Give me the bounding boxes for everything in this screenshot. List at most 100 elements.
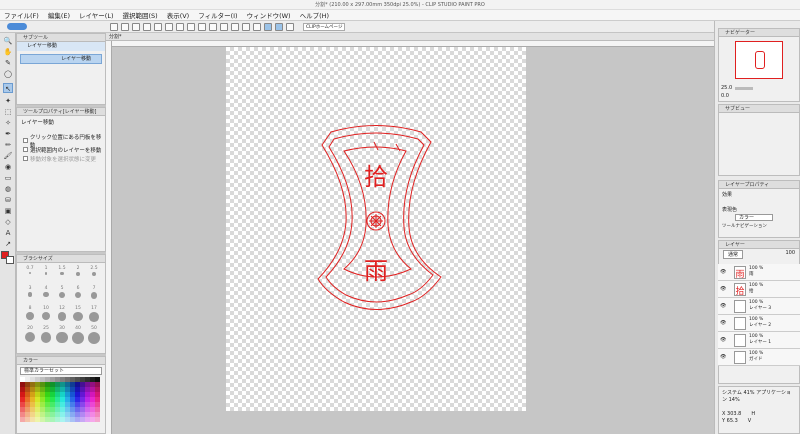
option-row[interactable]: 選択範囲内のレイヤーを移動 <box>17 145 105 154</box>
save-icon[interactable] <box>132 22 140 31</box>
brush-size-cell[interactable]: 3 <box>23 286 37 304</box>
subtool-group-tab[interactable]: レイヤー移動 <box>17 42 105 51</box>
text-tool-icon[interactable]: A <box>3 228 13 238</box>
artwork-medallion-spokes <box>369 214 383 228</box>
clip-pill-icon[interactable] <box>7 23 27 30</box>
brush-size-cell[interactable]: 0.7 <box>23 266 37 284</box>
menu-filter[interactable]: フィルター(I) <box>198 10 237 20</box>
brush-size-cell[interactable]: 12 <box>55 306 69 324</box>
blend-icon[interactable]: ◍ <box>3 184 13 194</box>
eyedropper-icon[interactable]: ✎ <box>3 58 13 68</box>
document-tab[interactable]: 分割* <box>106 33 714 41</box>
zoom-slider[interactable] <box>735 87 754 90</box>
snap-icon[interactable] <box>264 22 272 31</box>
zoom-icon[interactable]: 🔍 <box>3 36 13 46</box>
homepage-tab[interactable]: CLIPホームページ <box>303 22 346 31</box>
menu-view[interactable]: 表示(V) <box>167 10 190 20</box>
brush-size-cell[interactable]: 40 <box>71 326 85 344</box>
sub-color-swatch[interactable] <box>6 256 14 264</box>
option-checkbox[interactable] <box>23 147 28 152</box>
pen-icon[interactable]: ✒ <box>3 129 13 139</box>
brush-size-cell[interactable]: 1 <box>39 266 53 284</box>
brush-size-cell[interactable]: 17 <box>87 306 101 324</box>
eye-icon[interactable]: 👁 <box>720 337 726 343</box>
lasso-icon[interactable]: ◯ <box>3 69 13 79</box>
menu-selection[interactable]: 選択範囲(S) <box>123 10 158 20</box>
pencil-icon[interactable]: ✏ <box>3 140 13 150</box>
ruler-snap-icon[interactable] <box>275 22 283 31</box>
menu-layer[interactable]: レイヤー(L) <box>79 10 114 20</box>
special-ruler-icon[interactable] <box>286 22 294 31</box>
brush-size-cell[interactable]: 25 <box>39 326 53 344</box>
brush-size-cell[interactable]: 30 <box>55 326 69 344</box>
subview-header: サブビュー <box>719 105 799 113</box>
option-row[interactable]: クリック位置にある円板を移動 <box>17 135 105 149</box>
brush-size-cell[interactable]: 10 <box>39 306 53 324</box>
redo-icon[interactable] <box>154 22 162 31</box>
option-checkbox[interactable] <box>23 156 28 161</box>
fill-tool-icon[interactable]: ⛁ <box>3 195 13 205</box>
eraser-icon[interactable]: ▭ <box>3 173 13 183</box>
brush-size-cell[interactable]: 2.5 <box>87 266 101 284</box>
brush-size-cell[interactable]: 7 <box>87 286 101 304</box>
layer-row[interactable]: 👁 100 % レイヤー 3 <box>718 298 800 315</box>
angle-value[interactable]: 0.0 <box>721 93 729 99</box>
eye-icon[interactable]: 👁 <box>720 320 726 326</box>
crop-icon[interactable] <box>220 22 228 31</box>
operation-icon[interactable]: ✦ <box>3 96 13 106</box>
navigator-preview[interactable] <box>735 41 783 79</box>
eye-icon[interactable]: 👁 <box>720 354 726 360</box>
color-swatch[interactable] <box>95 417 100 422</box>
fill-icon[interactable] <box>176 22 184 31</box>
subtool-item-move-layer[interactable]: レイヤー移動 <box>20 54 102 64</box>
new-icon[interactable] <box>110 22 118 31</box>
move-layer-icon[interactable]: ↖ <box>3 83 13 93</box>
brush-size-cell[interactable]: 20 <box>23 326 37 344</box>
layer-row[interactable]: 👁 100 % レイヤー 2 <box>718 315 800 332</box>
figure-icon[interactable]: ◇ <box>3 217 13 227</box>
menu-edit[interactable]: 編集(E) <box>48 10 70 20</box>
airbrush-icon[interactable]: ◉ <box>3 162 13 172</box>
zoom-value[interactable]: 25.0 <box>721 85 732 91</box>
hand-icon[interactable]: ✋ <box>3 47 13 57</box>
layer-row[interactable]: 👁 雨 100 % 雨 <box>718 264 800 281</box>
menu-window[interactable]: ウィンドウ(W) <box>247 10 291 20</box>
transform-icon[interactable] <box>187 22 195 31</box>
menu-help[interactable]: ヘルプ(H) <box>300 10 329 20</box>
grid-icon[interactable] <box>253 22 261 31</box>
color-mode-select[interactable]: カラー <box>735 214 773 221</box>
brush-icon[interactable]: 🖌 <box>3 151 13 161</box>
color-set-select[interactable]: 標準カラーセット <box>20 367 102 375</box>
clear-icon[interactable] <box>165 22 173 31</box>
deselect-icon[interactable] <box>198 22 206 31</box>
menu-file[interactable]: ファイル(F) <box>4 10 39 20</box>
brush-size-cell[interactable]: 1.5 <box>55 266 69 284</box>
brush-size-cell[interactable]: 50 <box>87 326 101 345</box>
brush-size-cell[interactable]: 2 <box>71 266 85 284</box>
select-icon[interactable]: ⬚ <box>3 107 13 117</box>
layer-row[interactable]: 👁 100 % ガイド <box>718 349 800 366</box>
brush-size-cell[interactable]: 8 <box>23 306 37 324</box>
eye-icon[interactable]: 👁 <box>720 286 726 292</box>
option-row[interactable]: 移動対象を選択状態に変更 <box>17 154 105 163</box>
brush-size-cell[interactable]: 15 <box>71 306 85 324</box>
layer-row[interactable]: 👁 100 % レイヤー 1 <box>718 332 800 349</box>
auto-select-icon[interactable]: ✧ <box>3 118 13 128</box>
show-area-icon[interactable] <box>242 22 250 31</box>
eye-icon[interactable]: 👁 <box>720 303 726 309</box>
brush-size-cell[interactable]: 6 <box>71 286 85 304</box>
blend-mode-select[interactable]: 通常 <box>723 250 744 259</box>
brush-size-cell[interactable]: 5 <box>55 286 69 304</box>
option-checkbox[interactable] <box>23 138 28 143</box>
eye-icon[interactable]: 👁 <box>720 269 726 275</box>
correction-icon[interactable]: ↗ <box>3 239 13 249</box>
undo-icon[interactable] <box>143 22 151 31</box>
border-icon[interactable] <box>231 22 239 31</box>
open-icon[interactable] <box>121 22 129 31</box>
layer-row[interactable]: 👁 拾 100 % 拾 <box>718 281 800 298</box>
brush-size-cell[interactable]: 4 <box>39 286 53 304</box>
invert-icon[interactable] <box>209 22 217 31</box>
layer-opacity[interactable]: 100 <box>785 250 795 259</box>
gradient-icon[interactable]: ▣ <box>3 206 13 216</box>
layer-property-panel: レイヤープロパティ 効果 表現色 カラー ツールナビゲーション <box>718 180 800 238</box>
